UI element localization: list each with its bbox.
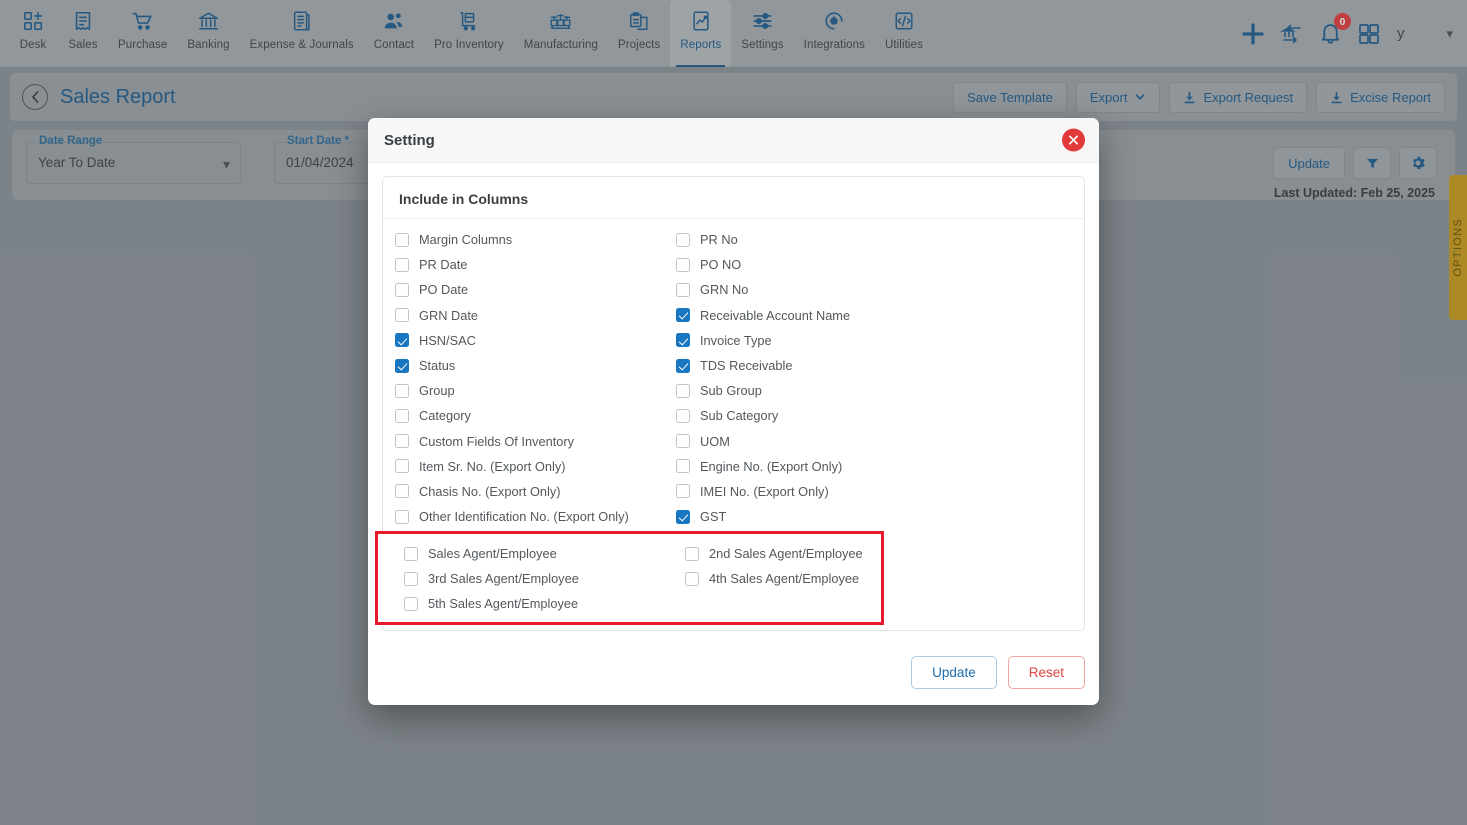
checkbox-label: Status [419,358,456,374]
checkbox-label: Engine No. (Export Only) [700,458,843,474]
checkbox-input[interactable] [404,571,418,586]
include-in-columns-title: Include in Columns [383,177,1084,219]
close-icon[interactable] [1062,128,1085,152]
checkbox-input[interactable] [676,257,690,272]
sales-agent-checkbox-panel: Sales Agent/Employee 2nd Sales Agent/Empl… [377,533,882,623]
checkbox-row[interactable]: 2nd Sales Agent/Employee [685,541,863,566]
checkbox-input[interactable] [395,509,409,524]
checkbox-row[interactable]: Sales Agent/Employee [404,541,685,566]
update-button[interactable]: Update [911,656,997,689]
checkbox-row[interactable]: IMEI No. (Export Only) [676,479,1072,504]
modal-overlay: Setting Include in Columns Margin Column… [0,0,1467,825]
checkbox-row[interactable]: Receivable Account Name [676,303,1072,328]
checkbox-input[interactable] [676,459,690,474]
checkbox-label: 5th Sales Agent/Employee [428,596,579,612]
checkbox-label: UOM [700,433,730,449]
checkbox-input[interactable] [676,383,690,398]
checkbox-input[interactable] [395,257,409,272]
checkbox-row[interactable]: Category [395,403,676,428]
checkbox-input[interactable] [676,308,690,323]
checkbox-row[interactable]: Invoice Type [676,328,1072,353]
checkbox-row[interactable]: Custom Fields Of Inventory [395,429,676,454]
reset-button[interactable]: Reset [1007,656,1085,689]
checkbox-label: 3rd Sales Agent/Employee [428,571,579,587]
dialog-footer: Update Reset [911,656,1085,689]
checkbox-label: Margin Columns [419,232,513,248]
checkbox-input[interactable] [685,571,699,586]
checkbox-input[interactable] [676,282,690,297]
checkbox-input[interactable] [676,358,690,373]
checkbox-row[interactable]: TDS Receivable [676,353,1072,378]
checkbox-row[interactable]: PO Date [395,277,676,302]
checkbox-row[interactable]: PO NO [676,252,1072,277]
checkbox-input[interactable] [404,546,418,561]
checkbox-label: Sub Category [700,408,779,424]
checkbox-label: HSN/SAC [419,332,476,348]
checkbox-label: PO Date [419,282,469,298]
checkbox-row[interactable]: Item Sr. No. (Export Only) [395,454,676,479]
checkbox-row[interactable]: GRN No [676,277,1072,302]
checkbox-label: Other Identification No. (Export Only) [419,509,629,525]
checkbox-input[interactable] [676,333,690,348]
checkbox-label: Custom Fields Of Inventory [419,433,575,449]
checkbox-row[interactable]: Group [395,378,676,403]
checkbox-row[interactable]: PR No [676,227,1072,252]
dialog-title: Setting [384,131,435,149]
checkbox-label: GST [700,509,727,525]
checkbox-input[interactable] [395,408,409,423]
checkbox-row[interactable]: UOM [676,429,1072,454]
checkbox-row[interactable]: Chasis No. (Export Only) [395,479,676,504]
checkbox-row[interactable]: GST [676,504,1072,529]
checkbox-label: Invoice Type [700,332,772,348]
checkbox-input[interactable] [395,434,409,449]
checkbox-label: Sub Group [700,383,762,399]
checkbox-label: GRN No [700,282,749,298]
dialog-header: Setting [368,118,1099,163]
checkbox-row[interactable]: Sub Category [676,403,1072,428]
checkbox-label: PO NO [700,257,742,273]
checkbox-input[interactable] [676,509,690,524]
checkbox-label: Receivable Account Name [700,307,851,323]
checkbox-input[interactable] [676,408,690,423]
checkbox-row[interactable]: Sub Group [676,378,1072,403]
checkbox-input[interactable] [395,333,409,348]
checkbox-input[interactable] [395,232,409,247]
checkbox-label: 2nd Sales Agent/Employee [709,546,863,562]
checkbox-label: Chasis No. (Export Only) [419,483,561,499]
checkbox-input[interactable] [395,484,409,499]
checkbox-row[interactable]: HSN/SAC [395,328,676,353]
column-checkbox-grid: Margin Columns PR No PR Date PO NO PO Date GR… [383,219,1084,554]
checkbox-row[interactable]: 5th Sales Agent/Employee [404,591,685,616]
checkbox-input[interactable] [404,596,418,611]
checkbox-label: TDS Receivable [700,358,793,374]
checkbox-input[interactable] [395,459,409,474]
checkbox-row[interactable]: 4th Sales Agent/Employee [685,566,863,591]
checkbox-input[interactable] [395,358,409,373]
checkbox-label: Sales Agent/Employee [428,546,557,562]
checkbox-label: Category [419,408,471,424]
checkbox-label: 4th Sales Agent/Employee [709,571,860,587]
checkbox-input[interactable] [395,308,409,323]
checkbox-row[interactable]: Status [395,353,676,378]
checkbox-input[interactable] [395,282,409,297]
checkbox-row[interactable]: 3rd Sales Agent/Employee [404,566,685,591]
checkbox-label: GRN Date [419,307,479,323]
checkbox-label: Item Sr. No. (Export Only) [419,458,566,474]
checkbox-input[interactable] [676,434,690,449]
checkbox-row[interactable]: Other Identification No. (Export Only) [395,504,676,529]
checkbox-row[interactable]: Engine No. (Export Only) [676,454,1072,479]
checkbox-label: IMEI No. (Export Only) [700,483,829,499]
checkbox-row[interactable]: GRN Date [395,303,676,328]
checkbox-input[interactable] [685,546,699,561]
checkbox-row[interactable]: Margin Columns [395,227,676,252]
checkbox-input[interactable] [676,232,690,247]
checkbox-label: PR No [700,232,738,248]
checkbox-label: PR Date [419,257,468,273]
dialog-body: Include in Columns Margin Columns PR No PR… [368,163,1099,705]
checkbox-input[interactable] [395,383,409,398]
checkbox-label: Group [419,383,455,399]
sales-agent-checkbox-grid: Sales Agent/Employee 2nd Sales Agent/Empl… [377,533,882,617]
checkbox-row[interactable]: PR Date [395,252,676,277]
checkbox-input[interactable] [676,484,690,499]
